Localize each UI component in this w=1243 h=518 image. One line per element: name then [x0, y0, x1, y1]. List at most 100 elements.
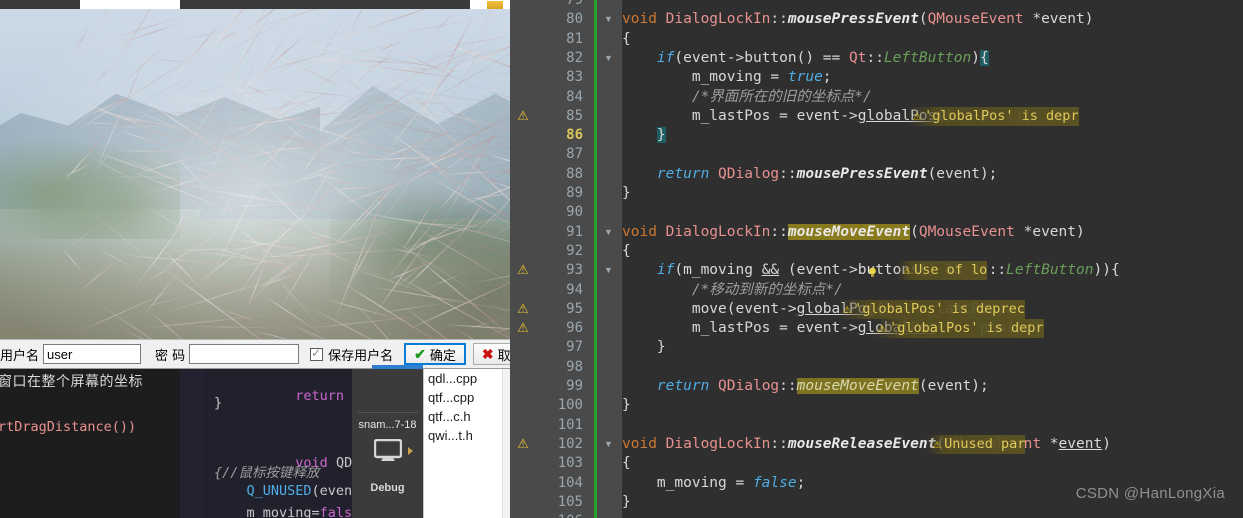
line-number: 97: [537, 338, 583, 357]
warning-triangle-icon[interactable]: ⚠: [516, 264, 530, 278]
code-line[interactable]: void DialogLockIn::mouseMoveEvent(QMouse…: [622, 223, 1085, 242]
code-line[interactable]: m_moving = true;: [622, 68, 832, 87]
password-input[interactable]: [189, 344, 299, 364]
monitor-icon: [374, 439, 402, 461]
cancel-button-label: 取消: [498, 345, 510, 364]
login-dialog: 用户名 密 码 保存用户名 ✔ 确定 ✖ 取消: [0, 339, 510, 369]
cross-icon: ✖: [482, 346, 494, 363]
inline-warning[interactable]: ⚠ Unused par: [927, 435, 1025, 454]
code-line[interactable]: /*移动到新的坐标点*/: [622, 281, 843, 300]
fold-column[interactable]: ▼ ▼ ▼ ▼ ▼: [597, 0, 622, 518]
line-number: 92: [537, 242, 583, 261]
lightbulb-icon[interactable]: [867, 265, 878, 276]
code-editor: ⚠ ⚠ ⚠ ⚠ ⚠ 79 80 81 82 83 84 85 86 87 88 89 90 91 92 93 94 95…: [510, 0, 1243, 518]
checkbox-checked-icon: [310, 348, 323, 361]
code-content[interactable]: void DialogLockIn::mousePressEvent(QMous…: [622, 0, 1243, 518]
screenshot-root: 用户名 密 码 保存用户名 ✔ 确定 ✖ 取消 窗口在整个屏幕的坐标 rtDra…: [0, 0, 1243, 518]
fold-toggle-icon[interactable]: ▼: [603, 10, 614, 29]
line-number: 90: [537, 203, 583, 222]
line-number: 106: [537, 512, 583, 518]
background-chinese-note: 窗口在整个屏幕的坐标: [0, 371, 143, 391]
warning-triangle-icon[interactable]: ⚠: [516, 303, 530, 317]
preview-divider: [358, 412, 418, 413]
line-number: 83: [537, 68, 583, 87]
line-number: 102: [537, 435, 583, 454]
line-number: 88: [537, 165, 583, 184]
code-line[interactable]: }: [622, 493, 631, 512]
background-code-left: 窗口在整个屏幕的坐标 rtDragDistance()): [0, 369, 180, 518]
inline-warning[interactable]: ⚠ Use of lo: [897, 261, 987, 280]
check-icon: ✔: [414, 346, 426, 363]
code-line[interactable]: /*界面所在的旧的坐标点*/: [622, 88, 872, 107]
line-number: 94: [537, 281, 583, 300]
code-line[interactable]: {: [622, 454, 631, 473]
code-line[interactable]: return QDialog::mouseMoveEvent(event);: [622, 377, 989, 396]
line-number: 95: [537, 300, 583, 319]
preview-title: snam...7-18: [352, 419, 423, 431]
username-input[interactable]: [43, 344, 141, 364]
line-number: 84: [537, 88, 583, 107]
line-number: 89: [537, 184, 583, 203]
list-item[interactable]: qwi...t.h: [424, 426, 510, 445]
cancel-button[interactable]: ✖ 取消: [473, 343, 510, 365]
code-line[interactable]: if(event->button() == Qt::LeftButton){: [622, 49, 989, 68]
line-number: 82: [537, 49, 583, 68]
warning-triangle-icon[interactable]: ⚠: [516, 110, 530, 124]
background-code-gap: [180, 369, 204, 518]
line-number-gutter: 79 80 81 82 83 84 85 86 87 88 89 90 91 92 93 94 95 96 97 98…: [536, 0, 589, 518]
fold-toggle-icon[interactable]: ▼: [603, 49, 614, 68]
line-number: 86: [537, 126, 583, 145]
remember-username-checkbox[interactable]: 保存用户名: [310, 345, 393, 364]
code-line[interactable]: {: [622, 30, 631, 49]
line-number: 100: [537, 396, 583, 415]
line-number: 93: [537, 261, 583, 280]
top-window-strip: [0, 0, 510, 9]
watermark: CSDN @HanLongXia: [1076, 485, 1225, 502]
ok-button[interactable]: ✔ 确定: [404, 343, 466, 365]
line-number: 91: [537, 223, 583, 242]
inline-warning[interactable]: ⚠'globalPos' is depr: [907, 107, 1079, 126]
list-item[interactable]: qtf...cpp: [424, 388, 510, 407]
chevron-right-icon[interactable]: [408, 447, 413, 455]
warning-badge-icon: [487, 1, 503, 9]
code-line[interactable]: }: [622, 338, 666, 357]
fold-toggle-icon[interactable]: ▼: [603, 435, 614, 454]
code-line[interactable]: void DialogLockIn::mouseReleaseEvent(QMo…: [622, 435, 1111, 454]
line-number: 105: [537, 493, 583, 512]
line-number: 98: [537, 358, 583, 377]
remember-username-label: 保存用户名: [328, 345, 393, 364]
inline-warning[interactable]: ⚠'globalPos' is depr: [872, 319, 1044, 338]
wallpaper-photo: [0, 9, 510, 339]
fold-toggle-icon[interactable]: ▼: [603, 261, 614, 280]
code-line[interactable]: }: [622, 396, 631, 415]
code-line[interactable]: return QDialog::mousePressEvent(event);: [622, 165, 997, 184]
inline-warning[interactable]: ⚠'globalPos' is deprec: [837, 300, 1025, 319]
line-number: 104: [537, 474, 583, 493]
file-list-scrollbar[interactable]: [502, 369, 510, 518]
line-number: 99: [537, 377, 583, 396]
line-number: 80: [537, 10, 583, 29]
code-line[interactable]: m_moving = false;: [622, 474, 805, 493]
line-number: 87: [537, 145, 583, 164]
background-fragment-drag: rtDragDistance()): [0, 419, 136, 435]
warning-triangle-icon[interactable]: ⚠: [516, 438, 530, 452]
preview-active-indicator: [372, 365, 423, 369]
list-item[interactable]: qtf...c.h: [424, 407, 510, 426]
line-number: 85: [537, 107, 583, 126]
password-label: 密 码: [155, 345, 185, 364]
code-line[interactable]: }: [622, 184, 631, 203]
list-item[interactable]: qdl...cpp: [424, 369, 510, 388]
file-dropdown-list[interactable]: qdl...cpp qtf...cpp qtf...c.h qwi...t.h: [423, 369, 510, 518]
ok-button-label: 确定: [430, 345, 456, 364]
warning-triangle-icon[interactable]: ⚠: [516, 322, 530, 336]
code-line[interactable]: {: [622, 242, 631, 261]
fold-toggle-icon[interactable]: ▼: [603, 223, 614, 242]
code-line[interactable]: void DialogLockIn::mousePressEvent(QMous…: [622, 10, 1093, 29]
left-pane: 用户名 密 码 保存用户名 ✔ 确定 ✖ 取消 窗口在整个屏幕的坐标 rtDra…: [0, 0, 510, 518]
annotation-gutter[interactable]: ⚠ ⚠ ⚠ ⚠ ⚠: [510, 0, 536, 518]
taskbar-preview-popup[interactable]: snam...7-18 Debug: [352, 369, 423, 518]
line-number: 103: [537, 454, 583, 473]
preview-label: Debug: [352, 482, 423, 494]
code-line[interactable]: }: [622, 126, 666, 145]
line-number: 96: [537, 319, 583, 338]
